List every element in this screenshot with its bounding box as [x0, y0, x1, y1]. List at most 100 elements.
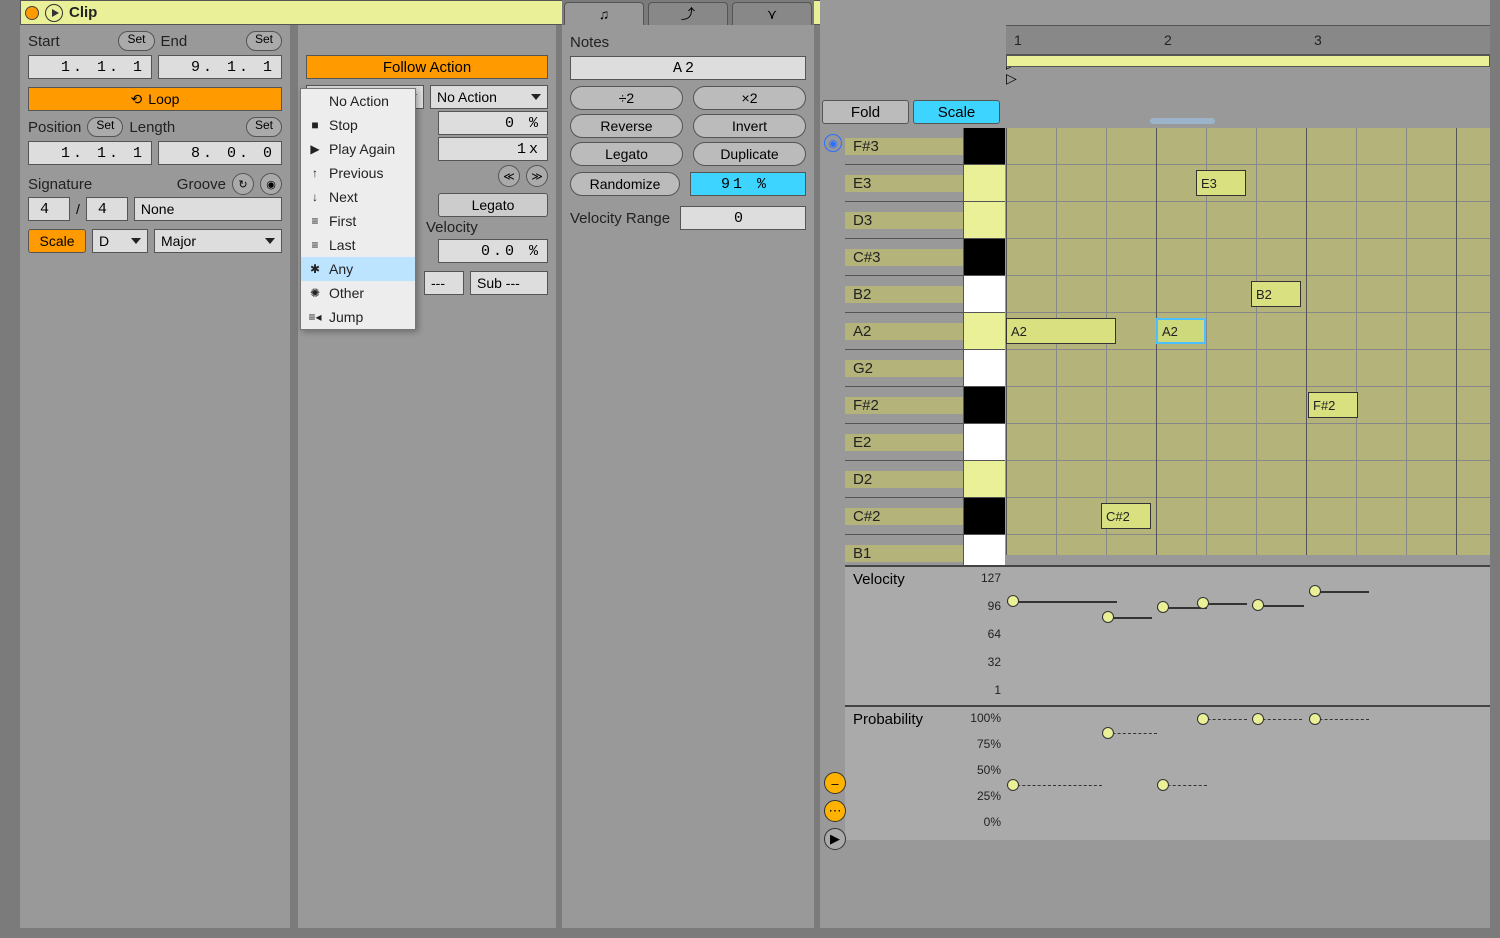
length-set-button[interactable]: Set	[246, 117, 282, 137]
menu-item-previous[interactable]: ↑Previous	[301, 161, 415, 185]
piano-key-E3[interactable]	[963, 165, 1005, 201]
legato-button[interactable]: Legato	[438, 193, 548, 217]
piano-key-C#3[interactable]	[963, 239, 1005, 275]
bank-select[interactable]: ---	[424, 271, 464, 295]
randomize-amount[interactable]: 91 %	[690, 172, 806, 196]
menu-item-play-again[interactable]: ▶Play Again	[301, 137, 415, 161]
end-set-button[interactable]: Set	[246, 31, 282, 51]
probability-marker[interactable]	[1252, 713, 1264, 725]
velocity-amount[interactable]: 0.0 %	[438, 239, 548, 263]
velocity-marker[interactable]	[1007, 595, 1019, 607]
groove-select[interactable]: None	[134, 197, 282, 221]
menu-item-other[interactable]: ✺Other	[301, 281, 415, 305]
randomize-button[interactable]: Randomize	[570, 172, 680, 196]
key-label-G2: G2	[845, 360, 963, 377]
start-value[interactable]: 1. 1. 1	[28, 55, 152, 79]
play-icon[interactable]	[45, 4, 63, 22]
clip-title[interactable]: Clip	[69, 4, 97, 21]
clip-color-dot[interactable]	[25, 6, 39, 20]
sub-select[interactable]: Sub ---	[470, 271, 548, 295]
menu-item-first[interactable]: ≡First	[301, 209, 415, 233]
loop-brace[interactable]	[1006, 55, 1490, 67]
piano-key-E2[interactable]	[963, 424, 1005, 460]
menu-item-next[interactable]: ↓Next	[301, 185, 415, 209]
position-value[interactable]: 1. 1. 1	[28, 141, 152, 165]
probability-marker[interactable]	[1157, 779, 1169, 791]
loop-toggle[interactable]: ⟲ Loop	[28, 87, 282, 111]
menu-item-last[interactable]: ≡Last	[301, 233, 415, 257]
timeline-ruler[interactable]: 1 2 3	[1006, 25, 1490, 55]
velocity-marker[interactable]	[1157, 601, 1169, 613]
groove-hot-swap-button[interactable]: ◉	[260, 173, 282, 195]
piano-key-A2[interactable]	[963, 313, 1005, 349]
lane-toggle-probability[interactable]: ⋯	[824, 800, 846, 822]
midi-note[interactable]: E3	[1196, 170, 1246, 196]
follow-action-header[interactable]: Follow Action	[306, 55, 548, 79]
piano-key-D2[interactable]	[963, 461, 1005, 497]
piano-key-G2[interactable]	[963, 350, 1005, 386]
groove-commit-button[interactable]: ↻	[232, 173, 254, 195]
start-set-button[interactable]: Set	[118, 31, 154, 51]
menu-item-any[interactable]: ✱Any	[301, 257, 415, 281]
piano-key-F#2[interactable]	[963, 387, 1005, 423]
velocity-marker[interactable]	[1102, 611, 1114, 623]
next-button[interactable]: ≫	[526, 165, 548, 187]
piano-key-C#2[interactable]	[963, 498, 1005, 534]
midi-grid[interactable]: A2 C#2 A2 E3 B2 F#2	[1006, 128, 1490, 555]
expression-tab[interactable]: ⋎	[732, 2, 812, 25]
fold-button[interactable]: Fold	[822, 100, 909, 124]
piano-keys[interactable]: F#3E3D3C#3B2A2G2F#2E2D2C#2B1	[845, 128, 1005, 555]
piano-key-D3[interactable]	[963, 202, 1005, 238]
scale-root-select[interactable]: D	[92, 229, 148, 253]
scale-highlight-button[interactable]: Scale	[913, 100, 1000, 124]
midi-note[interactable]: A2	[1156, 318, 1206, 344]
note-pitch[interactable]: A2	[570, 56, 806, 80]
menu-item-no-action[interactable]: No Action	[301, 89, 415, 113]
velocity-marker[interactable]	[1197, 597, 1209, 609]
key-label-C#2: C#2	[845, 508, 963, 525]
position-set-button[interactable]: Set	[87, 117, 123, 137]
double-time-button[interactable]: ×2	[693, 86, 806, 110]
follow-action-b-select[interactable]: No Action	[430, 85, 548, 109]
end-value[interactable]: 9. 1. 1	[158, 55, 282, 79]
probability-lane[interactable]: Probability 100%75%50%25%0%	[845, 705, 1490, 840]
probability-marker[interactable]	[1102, 727, 1114, 739]
sig-denominator[interactable]: 4	[86, 197, 128, 221]
follow-chance[interactable]: 0 %	[438, 111, 548, 135]
legato-notes-button[interactable]: Legato	[570, 142, 683, 166]
midi-note[interactable]: C#2	[1101, 503, 1151, 529]
velocity-range-value[interactable]: 0	[680, 206, 806, 230]
menu-item-stop[interactable]: ■Stop	[301, 113, 415, 137]
notes-tab[interactable]: ♫	[564, 2, 644, 25]
length-value[interactable]: 8. 0. 0	[158, 141, 282, 165]
velocity-lane[interactable]: Velocity 1279664321	[845, 565, 1490, 705]
follow-count[interactable]: 1x	[438, 137, 548, 161]
probability-marker[interactable]	[1309, 713, 1321, 725]
probability-marker[interactable]	[1197, 713, 1209, 725]
playhead-marker[interactable]: ▷	[1006, 70, 1017, 87]
velocity-marker[interactable]	[1309, 585, 1321, 597]
piano-key-B2[interactable]	[963, 276, 1005, 312]
velocity-marker[interactable]	[1252, 599, 1264, 611]
scale-toggle[interactable]: Scale	[28, 229, 86, 253]
key-label-A2: A2	[845, 323, 963, 340]
invert-button[interactable]: Invert	[693, 114, 806, 138]
scroll-indicator[interactable]	[1150, 118, 1215, 124]
lane-toggle-velocity[interactable]: –	[824, 772, 846, 794]
scale-awareness-icon[interactable]: ◉	[824, 134, 842, 152]
key-label-D2: D2	[845, 471, 963, 488]
piano-key-F#3[interactable]	[963, 128, 1005, 164]
half-time-button[interactable]: ÷2	[570, 86, 683, 110]
prev-button[interactable]: ≪	[498, 165, 520, 187]
envelope-tab[interactable]: ⤴	[648, 2, 728, 25]
midi-note[interactable]: F#2	[1308, 392, 1358, 418]
scale-mode-select[interactable]: Major	[154, 229, 282, 253]
menu-item-jump[interactable]: ≡◂Jump	[301, 305, 415, 329]
duplicate-button[interactable]: Duplicate	[693, 142, 806, 166]
probability-marker[interactable]	[1007, 779, 1019, 791]
preview-play-button[interactable]: ▶	[824, 828, 846, 850]
reverse-button[interactable]: Reverse	[570, 114, 683, 138]
midi-note[interactable]: A2	[1006, 318, 1116, 344]
sig-numerator[interactable]: 4	[28, 197, 70, 221]
midi-note[interactable]: B2	[1251, 281, 1301, 307]
